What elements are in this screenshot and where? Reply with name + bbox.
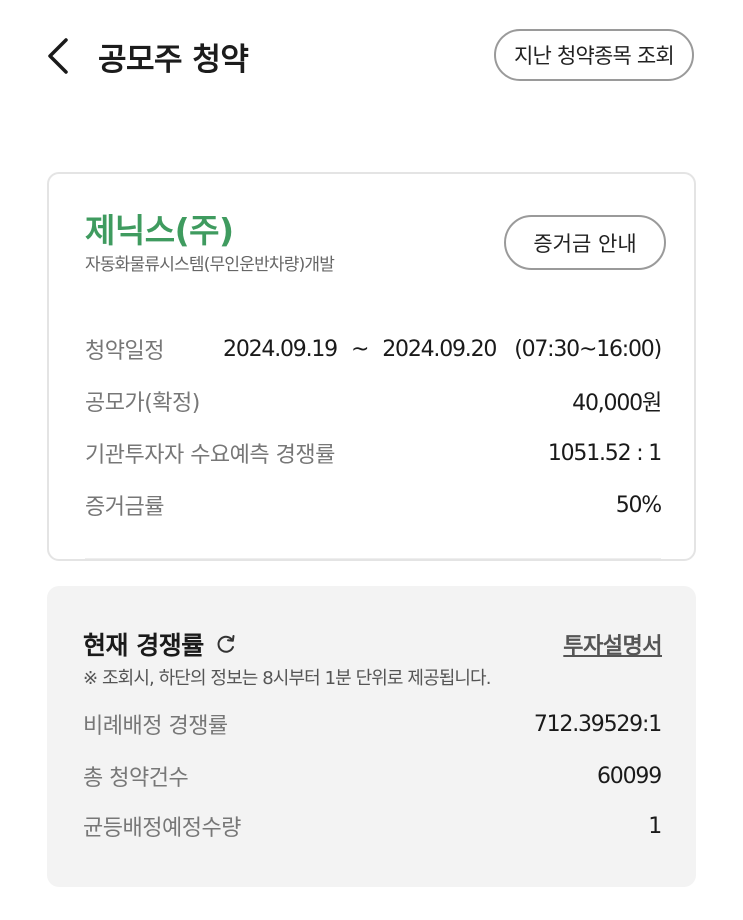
header: 공모주 청약 지난 청약종목 조회 (0, 0, 743, 110)
current-competition-panel: 현재 경쟁률 투자설명서 ※ 조회시, 하단의 정보는 8시부터 1분 단위로 … (47, 586, 696, 887)
institutional-rate-row: 기관투자자 수요예측 경쟁률 1051.52 : 1 (85, 435, 662, 471)
page-title: 공모주 청약 (98, 42, 249, 78)
company-name: 제닉스(주) (85, 211, 234, 250)
equal-allocation-label: 균등배정예정수량 (83, 816, 241, 841)
competition-title-group: 현재 경쟁률 (83, 626, 238, 662)
schedule-start: 2024.09.19 (223, 336, 338, 362)
offer-price-value: 40,000원 (572, 391, 662, 416)
schedule-separator: ~ (350, 336, 369, 362)
back-button[interactable] (38, 36, 78, 76)
total-applications-label: 총 청약건수 (83, 766, 189, 791)
margin-guide-button[interactable]: 증거금 안내 (504, 215, 666, 270)
institutional-rate-value: 1051.52 : 1 (547, 440, 662, 466)
page: 공모주 청약 지난 청약종목 조회 제닉스(주) 자동화물류시스템(무인운반차량… (0, 0, 743, 920)
proportional-rate-row: 비례배정 경쟁률 712.39529:1 (83, 706, 662, 742)
offer-price-row: 공모가(확정) 40,000원 (85, 383, 662, 419)
schedule-label: 청약일정 (85, 339, 164, 364)
proportional-rate-value: 712.39529:1 (533, 711, 662, 737)
margin-rate-row: 증거금률 50% (85, 487, 663, 523)
company-description: 자동화물류시스템(무인운반차량)개발 (85, 255, 335, 275)
refresh-icon[interactable] (214, 632, 238, 656)
margin-rate-value: 50% (615, 492, 663, 518)
schedule-hours: (07:30~16:00) (514, 336, 662, 362)
equal-allocation-row: 균등배정예정수량 1 (83, 808, 662, 844)
total-applications-row: 총 청약건수 60099 (83, 758, 662, 794)
equal-allocation-value: 1 (648, 813, 662, 839)
schedule-value: 2024.09.19 ~ 2024.09.20 (07:30~16:00) (223, 336, 662, 362)
total-applications-value: 60099 (597, 763, 662, 789)
schedule-end: 2024.09.20 (382, 336, 497, 362)
offer-price-label: 공모가(확정) (85, 391, 200, 416)
ipo-info-card: 제닉스(주) 자동화물류시스템(무인운반차량)개발 증거금 안내 청약일정 20… (47, 172, 696, 561)
prospectus-link[interactable]: 투자설명서 (563, 628, 662, 660)
chevron-left-icon (48, 38, 68, 74)
divider (85, 558, 661, 559)
competition-title: 현재 경쟁률 (83, 631, 204, 660)
proportional-rate-label: 비례배정 경쟁률 (83, 714, 228, 739)
past-subscriptions-button[interactable]: 지난 청약종목 조회 (494, 29, 694, 81)
margin-rate-label: 증거금률 (85, 495, 164, 520)
institutional-rate-label: 기관투자자 수요예측 경쟁률 (85, 443, 335, 468)
schedule-row: 청약일정 2024.09.19 ~ 2024.09.20 (07:30~16:0… (85, 331, 662, 367)
update-notice: ※ 조회시, 하단의 정보는 8시부터 1분 단위로 제공됩니다. (83, 668, 491, 689)
